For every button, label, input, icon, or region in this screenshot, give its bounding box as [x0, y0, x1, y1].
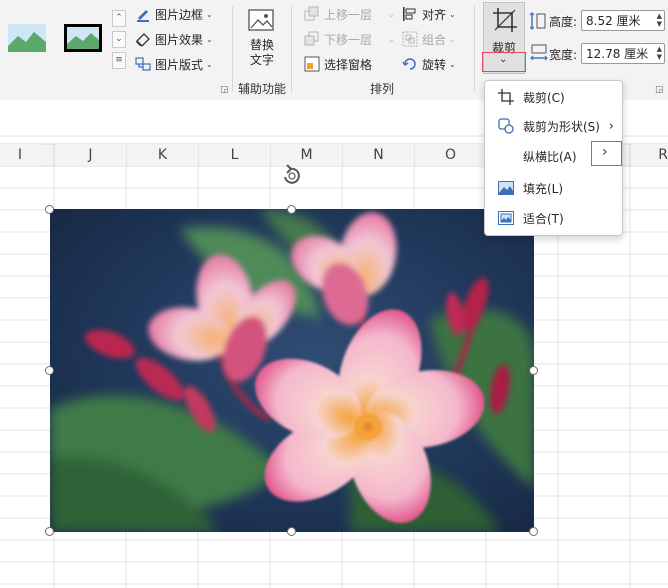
- resize-handle-bottom-left[interactable]: [45, 527, 54, 536]
- chevron-down-icon: ⌄: [388, 34, 395, 44]
- resize-handle-left[interactable]: [45, 366, 54, 375]
- menu-item-fill[interactable]: 填充(L): [485, 174, 622, 202]
- chevron-down-icon: ⌄: [206, 59, 213, 69]
- rotate-handle-icon[interactable]: [279, 163, 305, 189]
- group-button[interactable]: 组合 ⌄: [402, 29, 456, 49]
- crop-icon: [497, 89, 515, 105]
- menu-item-crop[interactable]: 裁剪(C): [485, 83, 622, 111]
- crop-to-shape-icon: [497, 118, 515, 134]
- crop-dropdown-arrow-button[interactable]: ⌄: [482, 52, 526, 72]
- column-header-r[interactable]: R: [631, 144, 668, 166]
- gallery-more-button[interactable]: ≡: [112, 52, 126, 69]
- column-header-j[interactable]: J: [55, 144, 126, 166]
- accessibility-group-label: 辅助功能: [238, 82, 287, 96]
- resize-handle-right[interactable]: [529, 366, 538, 375]
- align-label: 对齐: [422, 7, 447, 22]
- alt-text-button[interactable]: 替换 文字: [244, 8, 280, 70]
- column-header-n[interactable]: N: [343, 144, 414, 166]
- menu-item-fit[interactable]: 适合(T): [485, 204, 622, 232]
- send-backward-icon: [304, 31, 320, 47]
- picture-style-simple-frame[interactable]: [8, 24, 46, 52]
- picture-effects-label: 图片效果: [155, 32, 204, 47]
- layout-icon: [135, 56, 151, 72]
- width-field[interactable]: 12.78 厘米 ▲ ▼: [581, 43, 665, 64]
- picture-effects-button[interactable]: 图片效果 ⌄: [135, 29, 213, 49]
- rotate-button[interactable]: 旋转 ⌄: [402, 54, 456, 74]
- menu-item-crop-label: 裁剪(C): [523, 90, 565, 105]
- chevron-right-icon: ›: [608, 118, 614, 134]
- group-icon: [402, 31, 418, 47]
- send-backward-label: 下移一层: [324, 32, 373, 47]
- height-label: 高度:: [549, 15, 578, 29]
- picture-border-button[interactable]: 图片边框 ⌄: [135, 4, 213, 24]
- rotate-label: 旋转: [422, 57, 447, 72]
- height-value: 8.52 厘米: [586, 14, 641, 28]
- picture-layout-button[interactable]: 图片版式 ⌄: [135, 54, 213, 74]
- column-header-o[interactable]: O: [415, 144, 486, 166]
- aspect-ratio-submenu-arrow[interactable]: ›: [591, 141, 622, 166]
- group-separator: [232, 6, 233, 92]
- chevron-down-icon: ⌄: [499, 54, 508, 65]
- height-field[interactable]: 8.52 厘米 ▲ ▼: [581, 10, 665, 31]
- width-value: 12.78 厘米: [586, 47, 649, 61]
- chevron-down-icon: ⌄: [206, 34, 213, 44]
- resize-handle-top[interactable]: [287, 205, 296, 214]
- effects-icon: [135, 31, 151, 47]
- selection-pane-icon: [304, 56, 320, 72]
- selection-pane-button[interactable]: 选择窗格: [304, 54, 372, 74]
- picture-styles-launcher-icon[interactable]: ◲: [220, 85, 229, 95]
- group-separator: [291, 6, 292, 92]
- alt-text-label-line2: 文字: [249, 53, 274, 67]
- picture-border-label: 图片边框: [155, 7, 204, 22]
- menu-item-fill-label: 填充(L): [523, 181, 564, 196]
- crop-icon: [493, 8, 517, 32]
- menu-item-aspect-ratio-label: 纵横比(A): [523, 149, 577, 164]
- fit-icon: [497, 210, 515, 226]
- height-spinner[interactable]: ▲ ▼: [657, 12, 662, 28]
- picture-style-black-frame[interactable]: [64, 24, 102, 52]
- chevron-down-icon: ⌄: [388, 9, 395, 19]
- group-separator: [474, 6, 475, 92]
- fill-icon: [497, 180, 515, 196]
- width-spinner[interactable]: ▲ ▼: [657, 45, 662, 61]
- height-icon: [529, 12, 546, 33]
- flower-picture[interactable]: [50, 209, 534, 532]
- bring-forward-button[interactable]: 上移一层 ⌄: [304, 4, 395, 24]
- resize-handle-bottom[interactable]: [287, 527, 296, 536]
- alt-text-label-line1: 替换: [249, 38, 274, 52]
- chevron-down-icon: ⌄: [206, 9, 213, 19]
- group-label: 组合: [422, 32, 447, 47]
- alt-text-icon: [248, 9, 274, 31]
- align-icon: [402, 6, 418, 22]
- align-button[interactable]: 对齐 ⌄: [402, 4, 456, 24]
- column-header-i[interactable]: I: [0, 144, 40, 166]
- column-header-k[interactable]: K: [127, 144, 198, 166]
- bring-forward-label: 上移一层: [324, 7, 373, 22]
- bring-forward-icon: [304, 6, 320, 22]
- chevron-down-icon: ⌄: [449, 9, 456, 19]
- column-header-l[interactable]: L: [199, 144, 270, 166]
- selection-pane-label: 选择窗格: [324, 57, 373, 72]
- chevron-right-icon: ›: [602, 144, 608, 160]
- send-backward-button[interactable]: 下移一层 ⌄: [304, 29, 395, 49]
- pen-icon: [135, 6, 151, 22]
- width-label: 宽度:: [549, 48, 578, 62]
- resize-handle-bottom-right[interactable]: [529, 527, 538, 536]
- picture-layout-label: 图片版式: [155, 57, 204, 72]
- menu-item-crop-to-shape[interactable]: 裁剪为形状(S) ›: [485, 112, 622, 140]
- resize-handle-top-left[interactable]: [45, 205, 54, 214]
- menu-item-crop-to-shape-label: 裁剪为形状(S): [523, 119, 600, 134]
- chevron-down-icon: ⌄: [449, 59, 456, 69]
- rotate-icon: [402, 56, 418, 72]
- arrange-group-label: 排列: [370, 82, 395, 96]
- gallery-scroll-down-button[interactable]: ⌄: [112, 31, 126, 48]
- menu-item-fit-label: 适合(T): [523, 211, 564, 226]
- size-launcher-icon[interactable]: ◲: [655, 85, 664, 95]
- width-icon: [530, 44, 548, 65]
- chevron-down-icon: ⌄: [449, 34, 456, 44]
- gallery-scroll-up-button[interactable]: ⌃: [112, 10, 126, 27]
